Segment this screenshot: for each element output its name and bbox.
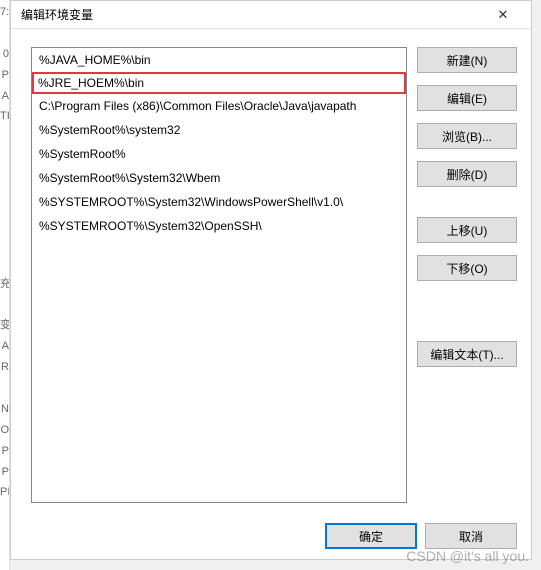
background-clipped-window: 7: 0PATI 充 变AR NOPPPI xyxy=(0,0,10,570)
bg-clip-text xyxy=(0,148,9,169)
dialog-footer: 确定 取消 xyxy=(11,513,531,559)
bg-clip-text: R xyxy=(0,357,9,378)
bg-clip-text xyxy=(0,211,9,232)
dialog-content: %JAVA_HOME%\bin%JRE_HOEM%\binC:\Program … xyxy=(11,29,531,513)
browse-button[interactable]: 浏览(B)... xyxy=(417,123,517,149)
bg-clip-text xyxy=(0,294,9,315)
path-list-item[interactable]: %SYSTEMROOT%\System32\WindowsPowerShell\… xyxy=(32,190,406,214)
bg-clip-text xyxy=(0,23,9,44)
path-list-item[interactable]: C:\Program Files (x86)\Common Files\Orac… xyxy=(32,94,406,118)
edit-text-button[interactable]: 编辑文本(T)... xyxy=(417,341,517,367)
move-down-button[interactable]: 下移(O) xyxy=(417,255,517,281)
bg-clip-text: N xyxy=(0,399,9,420)
close-icon[interactable]: ✕ xyxy=(483,2,523,28)
side-button-column: 新建(N) 编辑(E) 浏览(B)... 删除(D) 上移(U) 下移(O) 编… xyxy=(417,47,517,503)
bg-clip-text: PI xyxy=(0,482,9,503)
path-list-item[interactable]: %SystemRoot%\system32 xyxy=(32,118,406,142)
move-up-button[interactable]: 上移(U) xyxy=(417,217,517,243)
bg-clip-text: 0 xyxy=(0,44,9,65)
bg-clip-text xyxy=(0,253,9,274)
bg-clip-text: 7: xyxy=(0,2,9,23)
path-listbox[interactable]: %JAVA_HOME%\bin%JRE_HOEM%\binC:\Program … xyxy=(31,47,407,503)
dialog-title: 编辑环境变量 xyxy=(21,6,483,23)
cancel-button[interactable]: 取消 xyxy=(425,523,517,549)
path-list-item[interactable]: %SystemRoot% xyxy=(32,142,406,166)
bg-clip-text: 充 xyxy=(0,274,9,295)
bg-clip-text xyxy=(0,190,9,211)
path-list-item[interactable]: %JRE_HOEM%\bin xyxy=(32,72,406,94)
bg-clip-text: P xyxy=(0,65,9,86)
bg-clip-text xyxy=(0,127,9,148)
titlebar: 编辑环境变量 ✕ xyxy=(11,1,531,29)
bg-clip-text: O xyxy=(0,420,9,441)
bg-clip-text: 变 xyxy=(0,315,9,336)
bg-clip-text: TI xyxy=(0,106,9,127)
bg-clip-text: A xyxy=(0,86,9,107)
new-button[interactable]: 新建(N) xyxy=(417,47,517,73)
delete-button[interactable]: 删除(D) xyxy=(417,161,517,187)
bg-clip-text xyxy=(0,169,9,190)
bg-clip-text: P xyxy=(0,462,9,483)
path-list-item[interactable]: %SystemRoot%\System32\Wbem xyxy=(32,166,406,190)
edit-env-var-dialog: 编辑环境变量 ✕ %JAVA_HOME%\bin%JRE_HOEM%\binC:… xyxy=(10,0,532,560)
ok-button[interactable]: 确定 xyxy=(325,523,417,549)
bg-clip-text xyxy=(0,232,9,253)
bg-clip-text xyxy=(0,378,9,399)
bg-clip-text: P xyxy=(0,441,9,462)
path-list-item[interactable]: %JAVA_HOME%\bin xyxy=(32,48,406,72)
bg-clip-text: A xyxy=(0,336,9,357)
edit-button[interactable]: 编辑(E) xyxy=(417,85,517,111)
path-list-item[interactable]: %SYSTEMROOT%\System32\OpenSSH\ xyxy=(32,214,406,238)
